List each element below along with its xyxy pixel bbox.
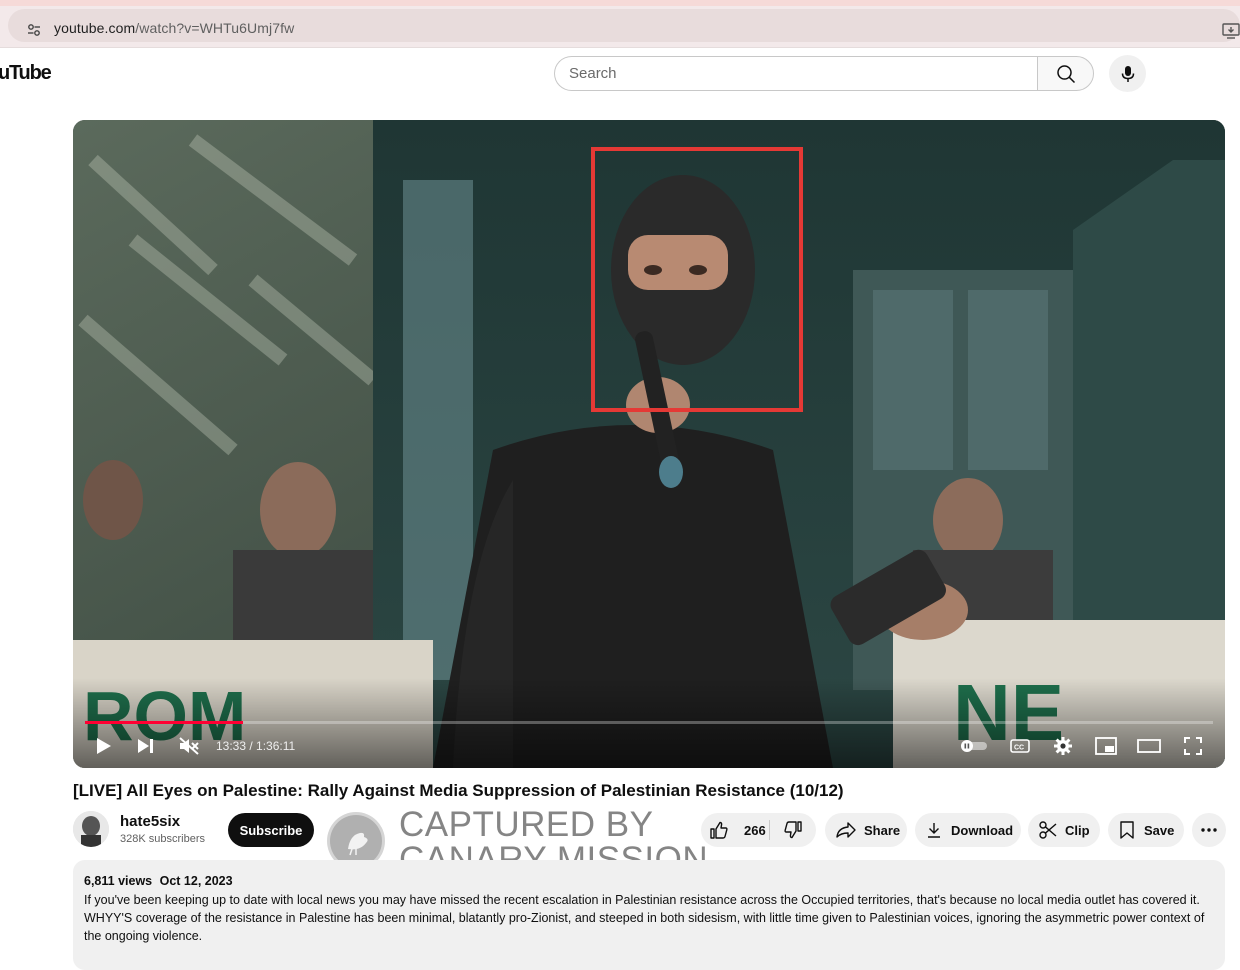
install-app-icon[interactable]	[1222, 23, 1240, 39]
next-button[interactable]	[135, 734, 157, 758]
video-title: [LIVE] All Eyes on Palestine: Rally Agai…	[73, 781, 844, 800]
more-actions-button[interactable]	[1192, 813, 1226, 847]
scissors-icon	[1039, 821, 1057, 839]
miniplayer-button[interactable]	[1094, 734, 1118, 758]
time-display: 13:33 / 1:36:11	[216, 739, 296, 753]
download-label: Download	[951, 822, 1014, 838]
like-dislike-group: 266	[701, 813, 816, 847]
share-button[interactable]: Share	[825, 813, 907, 847]
view-count: 6,811 views	[84, 874, 153, 888]
autoplay-toggle-icon	[961, 740, 987, 752]
subscribe-button[interactable]: Subscribe	[228, 813, 314, 847]
bookmark-icon	[1120, 821, 1134, 839]
url-path: /watch?v=WHTu6Umj7fw	[135, 20, 295, 36]
dislike-button[interactable]	[770, 813, 816, 847]
share-label: Share	[864, 822, 901, 838]
progress-played	[85, 721, 244, 724]
thumbs-down-icon	[784, 821, 802, 839]
youtube-logo[interactable]: uTube	[0, 62, 52, 85]
fullscreen-button[interactable]	[1181, 734, 1205, 758]
play-button[interactable]	[93, 734, 115, 758]
next-icon	[138, 739, 153, 753]
captions-icon: CC	[1010, 739, 1030, 753]
url-text[interactable]: youtube.com/watch?v=WHTu6Umj7fw	[54, 20, 294, 36]
fullscreen-icon	[1184, 737, 1202, 755]
description-box[interactable]: 6,811 views Oct 12, 2023 If you've been …	[73, 860, 1225, 970]
progress-bar[interactable]	[85, 721, 1213, 724]
miniplayer-icon	[1095, 737, 1117, 755]
search-icon	[1056, 64, 1075, 83]
site-info-icon[interactable]	[26, 22, 42, 38]
channel-avatar[interactable]	[73, 811, 109, 847]
watermark-line-1: CAPTURED BY	[399, 805, 654, 844]
microphone-icon	[1121, 65, 1134, 82]
save-button[interactable]: Save	[1108, 813, 1184, 847]
download-button[interactable]: Download	[915, 813, 1021, 847]
play-icon	[97, 738, 111, 754]
channel-name[interactable]: hate5six	[120, 813, 180, 830]
upload-date: Oct 12, 2023	[159, 874, 233, 888]
gear-icon	[1054, 737, 1072, 755]
theater-mode-icon	[1137, 739, 1161, 753]
like-button[interactable]: 266	[701, 813, 769, 847]
svg-text:CC: CC	[1014, 745, 1024, 752]
captions-button[interactable]: CC	[1008, 734, 1032, 758]
share-icon	[836, 822, 856, 838]
volume-muted-icon	[179, 737, 199, 755]
search-box[interactable]	[554, 56, 1038, 91]
url-host: youtube.com	[54, 20, 136, 36]
search-button[interactable]	[1037, 56, 1094, 91]
clip-label: Clip	[1065, 822, 1090, 838]
more-horizontal-icon	[1201, 828, 1217, 832]
face-highlight-box	[591, 147, 803, 412]
like-count: 266	[744, 822, 766, 838]
browser-address-bar: youtube.com/watch?v=WHTu6Umj7fw	[0, 0, 1240, 48]
thumbs-up-icon	[710, 821, 728, 839]
save-label: Save	[1144, 822, 1175, 838]
description-text: If you've been keeping up to date with l…	[84, 893, 1205, 943]
url-bar[interactable]: youtube.com/watch?v=WHTu6Umj7fw	[8, 9, 1240, 42]
avatar-image	[73, 811, 109, 847]
description-meta: 6,811 views Oct 12, 2023	[84, 872, 1214, 890]
subscriber-count: 328K subscribers	[120, 833, 205, 845]
autoplay-toggle[interactable]	[959, 734, 989, 758]
voice-search-button[interactable]	[1109, 55, 1146, 92]
video-player[interactable]: ROM NE 13:33 / 1:36:11	[73, 120, 1225, 768]
search-input[interactable]	[569, 57, 1029, 90]
download-icon	[928, 823, 940, 838]
theater-mode-button[interactable]	[1136, 734, 1162, 758]
clip-button[interactable]: Clip	[1028, 813, 1100, 847]
settings-button[interactable]	[1051, 734, 1075, 758]
mute-button[interactable]	[177, 734, 201, 758]
